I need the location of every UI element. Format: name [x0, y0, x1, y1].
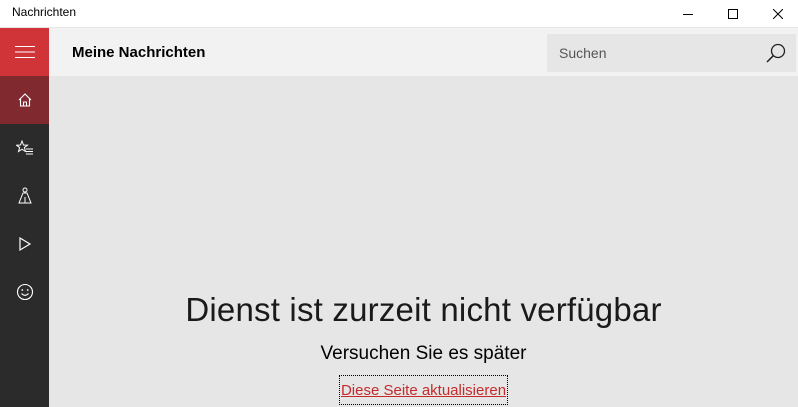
- search-box: [547, 34, 796, 72]
- page-title: Meine Nachrichten: [72, 44, 206, 61]
- close-icon: [773, 8, 783, 19]
- nav-rail: [0, 28, 49, 407]
- nav-item-favorites[interactable]: [0, 124, 49, 172]
- nav-item-video[interactable]: [0, 220, 49, 268]
- minimize-button[interactable]: [665, 0, 711, 27]
- search-icon: [766, 43, 786, 63]
- error-title: Dienst ist zurzeit nicht verfügbar: [185, 291, 662, 328]
- local-news-icon: [17, 187, 32, 204]
- app-window: Nachrichten Meine Nachrichten Suchen Die…: [0, 0, 798, 407]
- feedback-smiley-icon: [16, 283, 33, 301]
- maximize-icon: [728, 8, 738, 19]
- main-content: Dienst ist zurzeit nicht verfügbar Versu…: [49, 76, 798, 407]
- maximize-button[interactable]: [710, 0, 756, 27]
- video-icon: [18, 236, 31, 252]
- hamburger-menu-icon: [14, 46, 35, 58]
- app-header: Meine Nachrichten: [49, 28, 798, 76]
- refresh-page-link[interactable]: Diese Seite aktualisieren: [339, 375, 508, 405]
- window-title: Nachrichten: [12, 5, 77, 19]
- home-icon: [18, 93, 31, 107]
- nav-item-home[interactable]: [0, 76, 49, 124]
- error-subtitle: Versuchen Sie es später: [320, 343, 527, 364]
- nav-item-local[interactable]: [0, 172, 49, 220]
- close-button[interactable]: [755, 0, 798, 27]
- hamburger-menu-button[interactable]: [0, 28, 49, 76]
- search-button[interactable]: [759, 38, 793, 68]
- minimize-icon: [683, 13, 693, 15]
- favorites-icon: [15, 140, 33, 155]
- title-bar: Nachrichten: [0, 0, 798, 27]
- nav-item-feedback[interactable]: [0, 268, 49, 316]
- search-input[interactable]: [547, 34, 759, 72]
